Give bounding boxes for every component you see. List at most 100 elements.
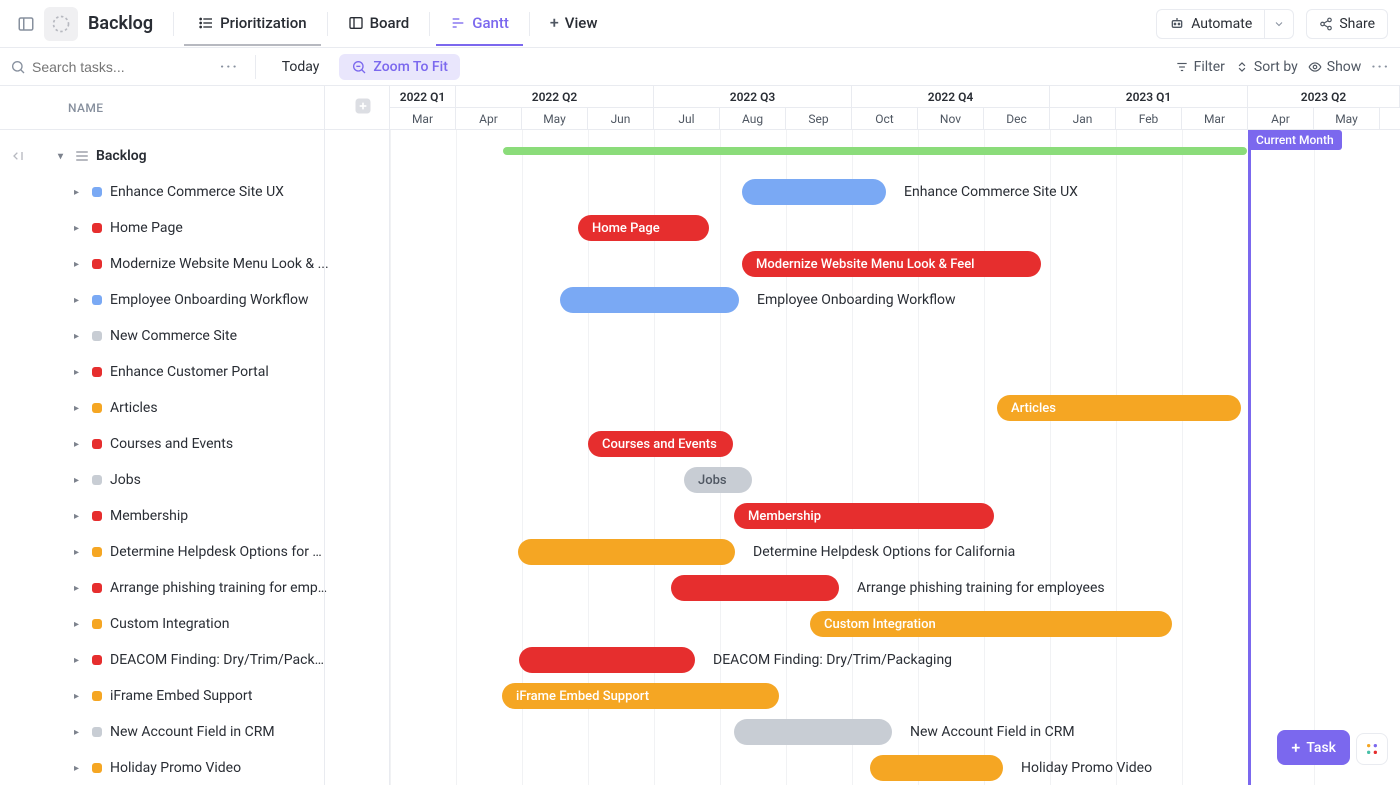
status-square: [92, 187, 102, 197]
gantt-bar[interactable]: Custom Integration: [810, 611, 1172, 637]
view-tabs: Prioritization Board Gantt + View: [184, 1, 611, 46]
task-name: Enhance Customer Portal: [110, 364, 269, 380]
task-row[interactable]: ▸Arrange phishing training for empl...: [0, 570, 389, 606]
gantt-bar[interactable]: iFrame Embed Support: [502, 683, 779, 709]
month-cell: Mar: [1182, 108, 1248, 130]
filter-button[interactable]: Filter: [1175, 59, 1225, 75]
gantt-bar-label: DEACOM Finding: Dry/Trim/Packaging: [713, 647, 952, 673]
gantt-bar[interactable]: [519, 647, 695, 673]
group-summary-bar[interactable]: [503, 147, 1247, 155]
today-button[interactable]: Today: [272, 55, 330, 79]
status-square: [92, 763, 102, 773]
new-task-button[interactable]: + Task: [1277, 730, 1350, 765]
task-row[interactable]: ▸Articles: [0, 390, 389, 426]
group-label: Backlog: [96, 148, 147, 164]
task-row[interactable]: ▸iFrame Embed Support: [0, 678, 389, 714]
show-button[interactable]: Show: [1308, 59, 1362, 75]
gantt-bar[interactable]: Courses and Events: [588, 431, 733, 457]
month-cell: May: [522, 108, 588, 130]
search-options-icon[interactable]: ···: [220, 59, 239, 75]
gantt-bar-label: New Account Field in CRM: [910, 719, 1075, 745]
sortby-button[interactable]: Sort by: [1235, 59, 1298, 75]
search-input[interactable]: [32, 59, 172, 75]
gantt-bar[interactable]: [560, 287, 739, 313]
task-list-panel: NAME ▾ Backlog ▸Enhance Commerce Site UX…: [0, 86, 390, 785]
gantt-bar[interactable]: Articles: [997, 395, 1241, 421]
automate-dropdown[interactable]: [1265, 9, 1294, 39]
tab-prioritization[interactable]: Prioritization: [184, 2, 320, 46]
tab-board[interactable]: Board: [334, 2, 424, 46]
divider: [529, 12, 530, 36]
zoom-to-fit-button[interactable]: Zoom To Fit: [339, 54, 459, 80]
tab-label: View: [565, 14, 598, 32]
tab-add-view[interactable]: + View: [536, 1, 612, 46]
task-row[interactable]: ▸Membership: [0, 498, 389, 534]
top-bar: Backlog Prioritization Board Gantt + Vie…: [0, 0, 1400, 48]
task-row[interactable]: ▸Custom Integration: [0, 606, 389, 642]
gantt-bar[interactable]: Membership: [734, 503, 994, 529]
task-name: Employee Onboarding Workflow: [110, 292, 309, 308]
caret-right-icon: ▸: [74, 331, 84, 342]
share-button[interactable]: Share: [1306, 9, 1388, 39]
divider: [327, 12, 328, 36]
add-column-button[interactable]: [353, 96, 373, 119]
automate-button-group: Automate: [1156, 9, 1294, 39]
task-row[interactable]: ▸DEACOM Finding: Dry/Trim/Packa...: [0, 642, 389, 678]
zoom-fit-icon: [351, 59, 367, 75]
quarter-cell: 2023 Q1: [1050, 86, 1248, 108]
automate-button[interactable]: Automate: [1156, 9, 1265, 39]
task-name: Custom Integration: [110, 616, 229, 632]
task-row[interactable]: ▸Enhance Customer Portal: [0, 354, 389, 390]
task-row[interactable]: ▸Home Page: [0, 210, 389, 246]
chevron-down-icon: [1273, 18, 1285, 30]
gantt-bar-label: Enhance Commerce Site UX: [904, 179, 1078, 205]
group-header-row[interactable]: ▾ Backlog: [0, 138, 389, 174]
quarter-cell: 2023 Q2: [1248, 86, 1400, 108]
gantt-bar[interactable]: Home Page: [578, 215, 709, 241]
task-name: Jobs: [110, 472, 141, 488]
task-row[interactable]: ▸Enhance Commerce Site UX: [0, 174, 389, 210]
task-row[interactable]: ▸Modernize Website Menu Look & ...: [0, 246, 389, 282]
gantt-bar-label: Arrange phishing training for employees: [857, 575, 1105, 601]
gantt-bar[interactable]: [870, 755, 1003, 781]
plus-square-icon: [353, 96, 373, 116]
gantt-bar[interactable]: [671, 575, 839, 601]
task-name: New Commerce Site: [110, 328, 237, 344]
gantt-chart[interactable]: 2022 Q12022 Q22022 Q32022 Q42023 Q12023 …: [390, 86, 1400, 785]
column-header: NAME: [0, 86, 389, 130]
caret-right-icon: ▸: [74, 727, 84, 738]
month-cell: Apr: [1248, 108, 1314, 130]
gantt-bar[interactable]: [742, 179, 886, 205]
gantt-bar[interactable]: Modernize Website Menu Look & Feel: [742, 251, 1041, 277]
task-row[interactable]: ▸Holiday Promo Video: [0, 750, 389, 786]
space-icon[interactable]: [44, 7, 78, 41]
tab-gantt[interactable]: Gantt: [436, 2, 523, 46]
month-cell: Jan: [1050, 108, 1116, 130]
gantt-bar[interactable]: [734, 719, 892, 745]
task-list: ▾ Backlog ▸Enhance Commerce Site UX▸Home…: [0, 130, 389, 786]
status-square: [92, 439, 102, 449]
apps-button[interactable]: [1356, 733, 1388, 765]
caret-right-icon: ▸: [74, 691, 84, 702]
status-square: [92, 295, 102, 305]
month-cell: Dec: [984, 108, 1050, 130]
caret-right-icon: ▸: [74, 547, 84, 558]
task-row[interactable]: ▸Determine Helpdesk Options for C...: [0, 534, 389, 570]
caret-right-icon: ▸: [74, 655, 84, 666]
caret-right-icon: ▸: [74, 295, 84, 306]
month-cell: Jul: [654, 108, 720, 130]
task-row[interactable]: ▸New Account Field in CRM: [0, 714, 389, 750]
task-row[interactable]: ▸ New Commerce Site: [0, 318, 389, 354]
status-square: [92, 223, 102, 233]
zoom-label: Zoom To Fit: [373, 59, 447, 75]
share-icon: [1319, 17, 1333, 31]
gantt-bar[interactable]: [518, 539, 735, 565]
sidebar-toggle-icon[interactable]: [12, 10, 40, 38]
more-options-icon[interactable]: ···: [1371, 59, 1390, 75]
gantt-bar[interactable]: Jobs: [684, 467, 752, 493]
show-label: Show: [1327, 59, 1362, 75]
task-row[interactable]: ▸Jobs: [0, 462, 389, 498]
task-row[interactable]: ▸ Employee Onboarding Workflow: [0, 282, 389, 318]
caret-right-icon: ▸: [74, 583, 84, 594]
task-row[interactable]: ▸Courses and Events: [0, 426, 389, 462]
